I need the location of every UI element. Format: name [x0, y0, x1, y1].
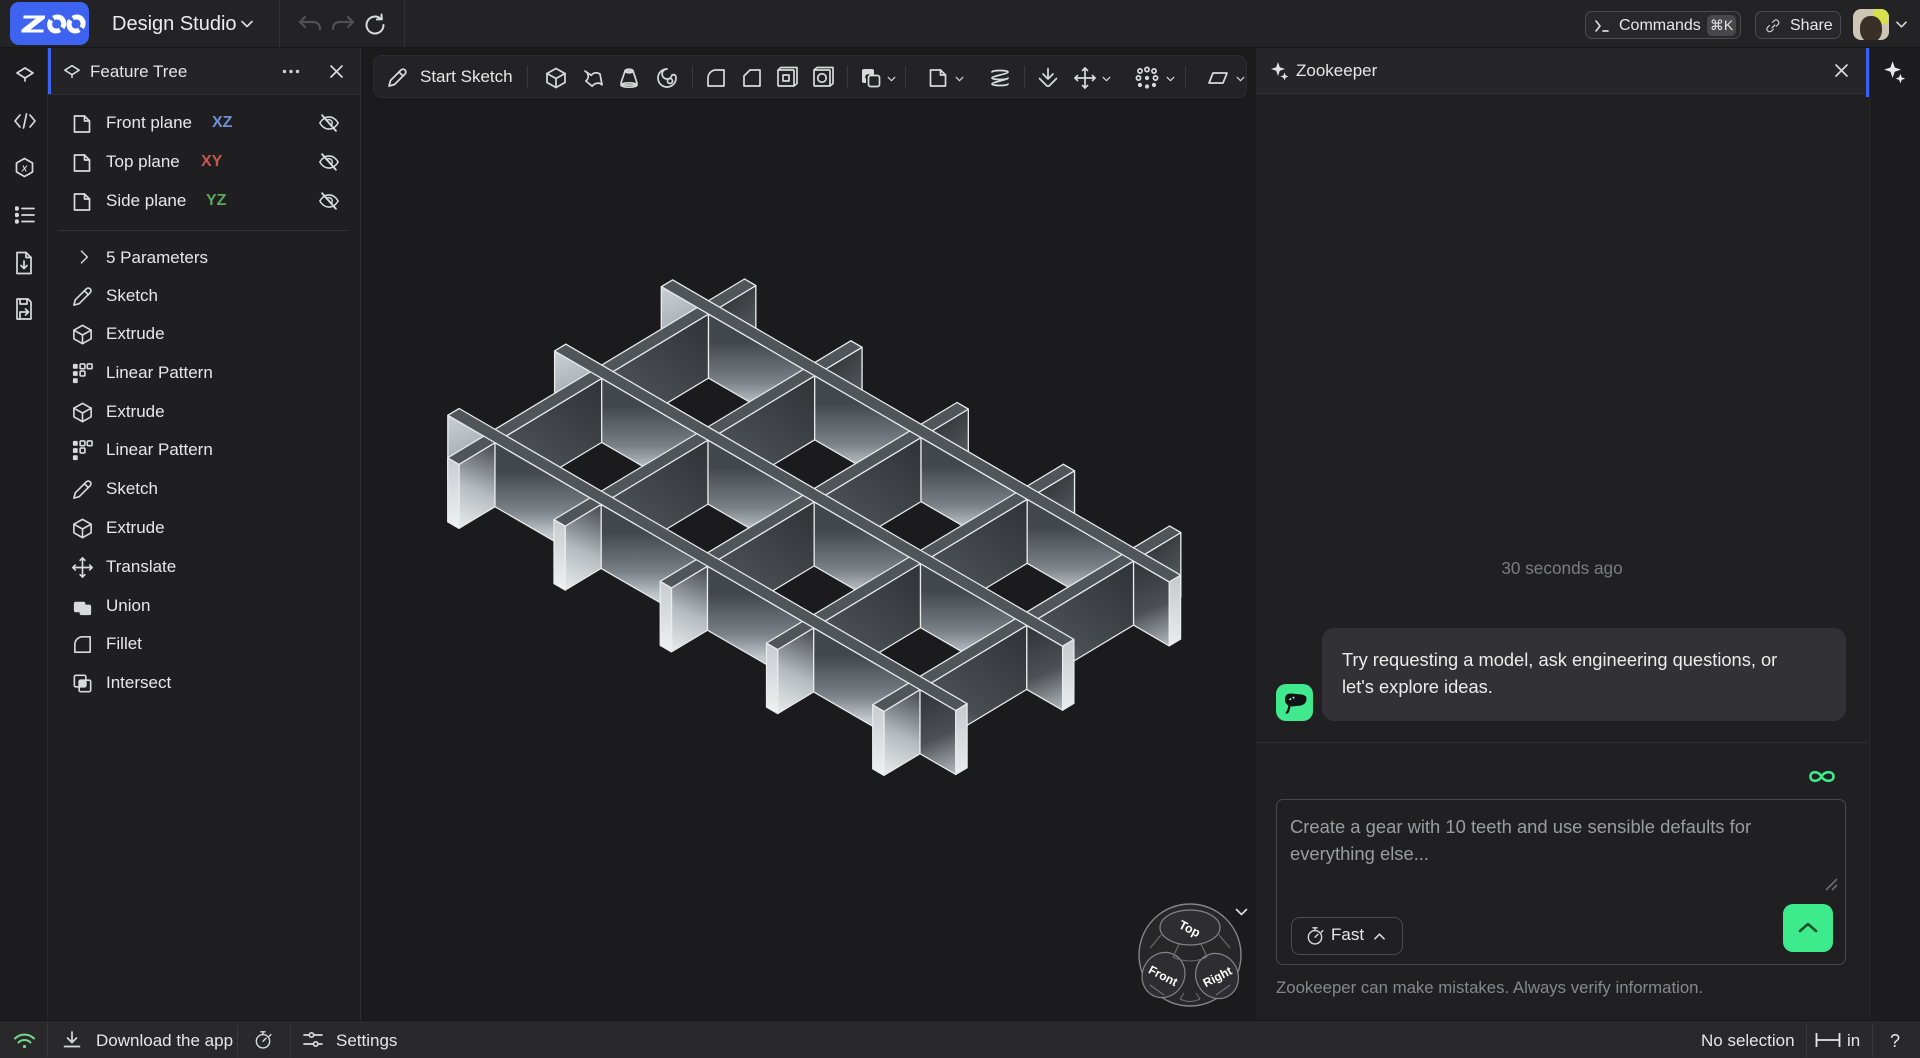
- svg-text:x: x: [21, 163, 28, 175]
